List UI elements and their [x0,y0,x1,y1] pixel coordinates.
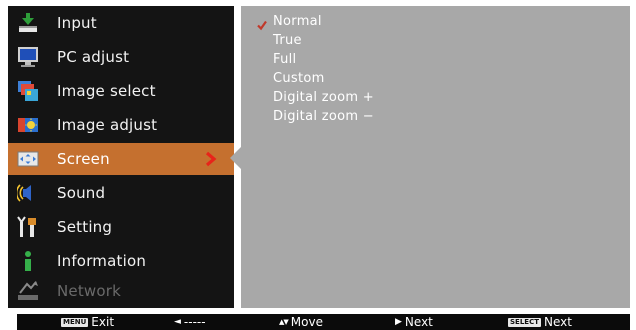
help-back-label: ----- [183,315,206,329]
wrench-icon [17,216,39,238]
menu-item-label: Setting [57,218,113,236]
menu-item-sound[interactable]: Sound [8,177,234,209]
chevron-right-icon [204,151,218,167]
menu-item-network[interactable]: Network [8,275,234,307]
help-select-label: Next [543,315,572,329]
info-icon [17,250,39,272]
help-move-label: Move [290,315,323,329]
menu-item-setting[interactable]: Setting [8,211,234,243]
screen-option-full[interactable]: Full [273,51,296,69]
screen-option-true[interactable]: True [273,32,302,50]
menu-item-label: Image adjust [57,116,158,134]
menu-item-label: Information [57,252,147,270]
menu-key-badge: MENU [61,317,89,327]
menu-item-label: Screen [57,150,110,168]
menu-item-information[interactable]: Information [8,245,234,277]
menu-item-label: PC adjust [57,48,130,66]
screen-option-digital-zoom-plus[interactable]: Digital zoom + [273,89,374,107]
screen-option-custom[interactable]: Custom [273,70,325,88]
main-menu-panel: Input PC adjust Image select Image adjus… [8,6,234,308]
monitor-icon [17,46,39,68]
select-key-badge: SELECT [508,317,541,327]
help-exit: MENU Exit [61,314,114,330]
screen-option-normal[interactable]: Normal [273,13,322,31]
check-icon [256,16,268,31]
help-next: ▶ Next [395,314,433,330]
menu-item-pc-adjust[interactable]: PC adjust [8,41,234,73]
menu-item-label: Sound [57,184,106,202]
network-icon [17,280,39,302]
menu-item-input[interactable]: Input [8,7,234,39]
image-select-icon [17,80,39,102]
projector-osd-screen: Input PC adjust Image select Image adjus… [0,0,636,330]
help-back: ◄ ----- [174,314,206,330]
speaker-icon [17,182,39,204]
menu-item-screen[interactable]: Screen [8,143,234,175]
input-icon [17,12,39,34]
menu-item-image-adjust[interactable]: Image adjust [8,109,234,141]
menu-item-label: Image select [57,82,156,100]
help-next-label: Next [404,315,433,329]
up-down-arrow-icon: ▲▼ [279,318,289,326]
screen-icon [17,148,39,170]
screen-submenu-panel: Normal True Full Custom Digital zoom + D… [241,6,630,308]
screen-option-digital-zoom-minus[interactable]: Digital zoom − [273,108,374,126]
help-select: SELECT Next [508,314,572,330]
submenu-pointer [226,147,242,169]
help-move: ▲▼ Move [279,314,323,330]
help-bar: MENU Exit ◄ ----- ▲▼ Move ▶ Next SELECT … [17,314,630,330]
help-exit-label: Exit [91,315,115,329]
triangle-right-icon: ▶ [395,317,402,327]
menu-item-label: Network [57,282,122,300]
menu-item-image-select[interactable]: Image select [8,75,234,107]
triangle-left-icon: ◄ [174,317,181,327]
menu-item-label: Input [57,14,97,32]
image-adjust-icon [17,114,39,136]
